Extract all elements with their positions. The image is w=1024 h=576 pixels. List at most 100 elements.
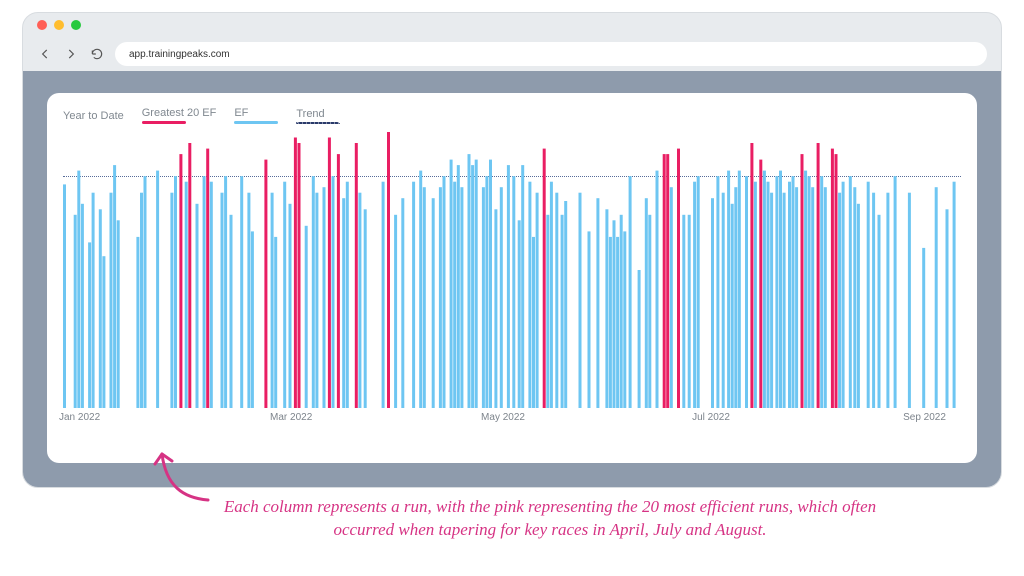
chart-bar[interactable] — [419, 171, 422, 408]
chart-bar[interactable] — [835, 154, 838, 408]
chart-bar[interactable] — [140, 193, 143, 408]
chart-bar[interactable] — [251, 231, 254, 408]
chart-bar[interactable] — [546, 215, 549, 408]
chart-bar[interactable] — [605, 209, 608, 408]
chart-bar[interactable] — [364, 209, 367, 408]
chart-bar[interactable] — [824, 187, 827, 408]
chart-bar[interactable] — [656, 171, 659, 408]
address-bar[interactable]: app.trainingpeaks.com — [115, 42, 987, 66]
chart-bar[interactable] — [460, 187, 463, 408]
chart-bar[interactable] — [196, 204, 199, 408]
chart-bar[interactable] — [230, 215, 233, 408]
chart-bar[interactable] — [382, 182, 385, 408]
chart-bar[interactable] — [770, 193, 773, 408]
chart-bar[interactable] — [808, 176, 811, 408]
chart-bar[interactable] — [811, 187, 814, 408]
chart-bar[interactable] — [872, 193, 875, 408]
chart-bar[interactable] — [734, 187, 737, 408]
chart-bar[interactable] — [738, 171, 741, 408]
chart-bar[interactable] — [358, 193, 361, 408]
chart-bar[interactable] — [92, 193, 95, 408]
chart-bar[interactable] — [677, 149, 680, 408]
chart-bar[interactable] — [210, 182, 213, 408]
chart-bar[interactable] — [731, 204, 734, 408]
chart-bar[interactable] — [337, 154, 340, 408]
chart-bar[interactable] — [99, 209, 102, 408]
chart-bar[interactable] — [711, 198, 714, 408]
chart-bar[interactable] — [666, 154, 669, 408]
chart-bar[interactable] — [283, 182, 286, 408]
nav-forward-button[interactable] — [63, 46, 79, 62]
chart-bar[interactable] — [312, 176, 315, 408]
chart-bar[interactable] — [315, 193, 318, 408]
chart-bar[interactable] — [750, 143, 753, 408]
chart-bar[interactable] — [561, 215, 564, 408]
chart-bar[interactable] — [727, 171, 730, 408]
chart-bar[interactable] — [170, 193, 173, 408]
chart-bar[interactable] — [804, 171, 807, 408]
legend-entry-top20[interactable]: Greatest 20 EF — [142, 107, 217, 124]
chart-bar[interactable] — [946, 209, 949, 408]
chart-bar[interactable] — [512, 176, 515, 408]
chart-bar[interactable] — [716, 176, 719, 408]
chart-bar[interactable] — [423, 187, 426, 408]
chart-bar[interactable] — [63, 184, 66, 408]
chart-bar[interactable] — [432, 198, 435, 408]
chart-bar[interactable] — [682, 215, 685, 408]
chart-bar[interactable] — [77, 171, 80, 408]
chart-bar[interactable] — [894, 176, 897, 408]
chart-bar[interactable] — [412, 182, 415, 408]
chart-bar[interactable] — [867, 182, 870, 408]
chart-bar[interactable] — [849, 176, 852, 408]
chart-bar[interactable] — [298, 143, 301, 408]
chart-bar[interactable] — [555, 193, 558, 408]
chart-bar[interactable] — [629, 176, 632, 408]
chart-bar[interactable] — [482, 187, 485, 408]
chart-bar[interactable] — [240, 176, 243, 408]
chart-bar[interactable] — [663, 154, 666, 408]
chart-bar[interactable] — [528, 182, 531, 408]
chart-bar[interactable] — [588, 231, 591, 408]
chart-bar[interactable] — [697, 176, 700, 408]
chart-bar[interactable] — [174, 176, 177, 408]
chart-bar[interactable] — [443, 176, 446, 408]
chart-bar[interactable] — [817, 143, 820, 408]
legend-entry-ef[interactable]: EF — [234, 107, 278, 124]
chart-bar[interactable] — [247, 193, 250, 408]
chart-bar[interactable] — [355, 143, 358, 408]
chart-bar[interactable] — [935, 187, 938, 408]
chart-bar[interactable] — [185, 182, 188, 408]
chart-bar[interactable] — [439, 187, 442, 408]
chart-bar[interactable] — [117, 220, 120, 408]
nav-reload-button[interactable] — [89, 46, 105, 62]
chart-bar[interactable] — [294, 138, 297, 409]
chart-bar[interactable] — [305, 226, 308, 408]
chart-bar[interactable] — [693, 182, 696, 408]
chart-bar[interactable] — [801, 154, 804, 408]
chart-bar[interactable] — [838, 193, 841, 408]
chart-bar[interactable] — [489, 160, 492, 408]
chart-bar[interactable] — [579, 193, 582, 408]
chart-bar[interactable] — [532, 237, 535, 408]
chart-bar[interactable] — [521, 165, 524, 408]
chart-bar[interactable] — [206, 149, 209, 408]
chart-bar[interactable] — [613, 220, 616, 408]
chart-bar[interactable] — [857, 204, 860, 408]
chart-bar[interactable] — [922, 248, 925, 408]
chart-bar[interactable] — [500, 187, 503, 408]
chart-bar[interactable] — [779, 171, 782, 408]
chart-bar[interactable] — [616, 237, 619, 408]
chart-bar[interactable] — [74, 215, 77, 408]
window-zoom-icon[interactable] — [71, 20, 81, 30]
chart-bar[interactable] — [471, 165, 474, 408]
window-minimize-icon[interactable] — [54, 20, 64, 30]
chart-bar[interactable] — [536, 193, 539, 408]
chart-bar[interactable] — [136, 237, 139, 408]
chart-bar[interactable] — [842, 182, 845, 408]
chart-bar[interactable] — [623, 231, 626, 408]
chart-bar[interactable] — [394, 215, 397, 408]
chart-bar[interactable] — [346, 182, 349, 408]
chart-bar[interactable] — [144, 176, 147, 408]
chart-bar[interactable] — [387, 132, 390, 408]
chart-bar[interactable] — [648, 215, 651, 408]
